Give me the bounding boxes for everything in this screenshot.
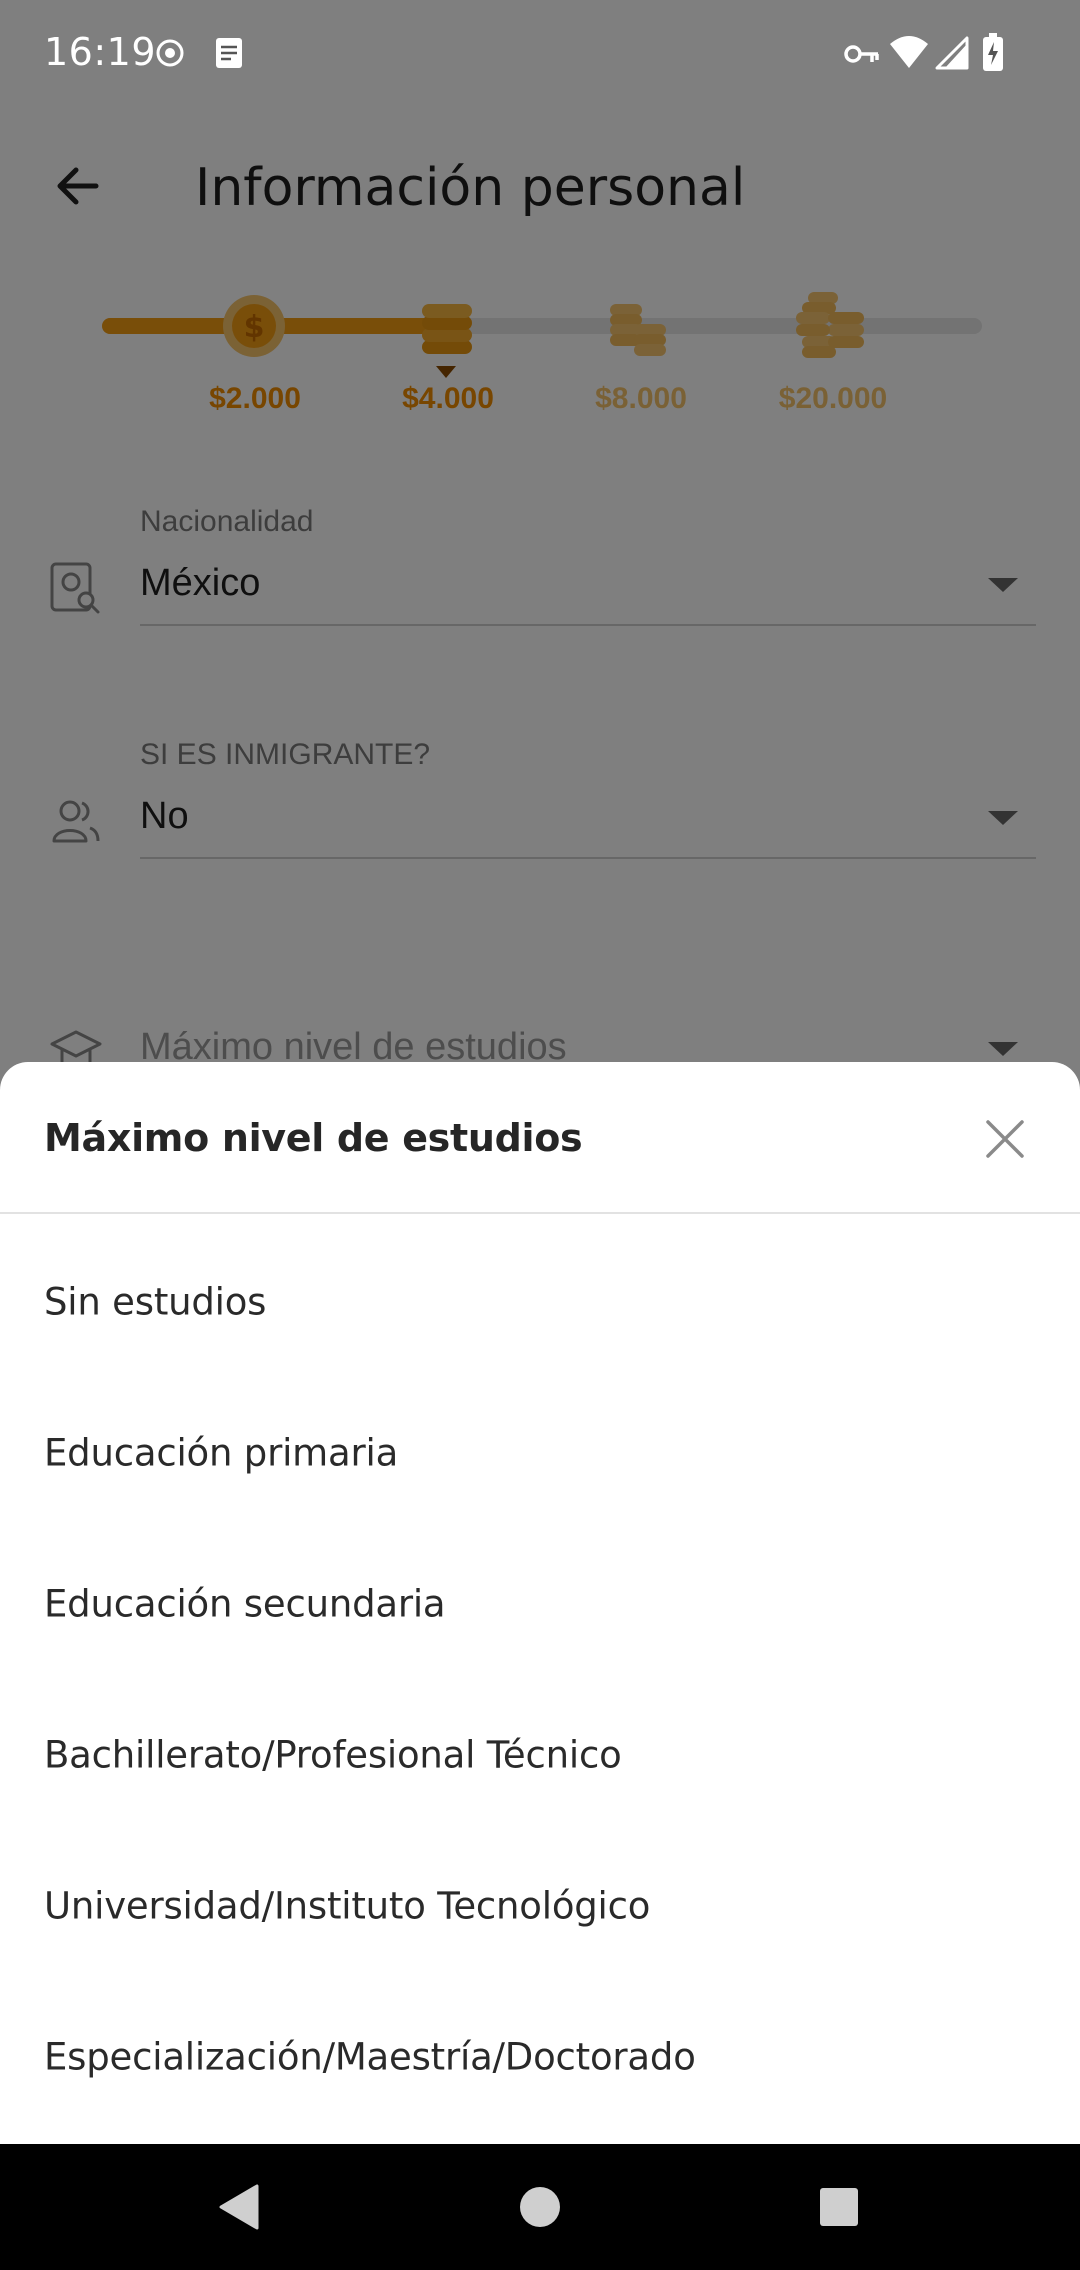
status-bar: 16:19 (0, 0, 1080, 110)
signal-icon (935, 36, 969, 70)
sheet-title: Máximo nivel de estudios (44, 1116, 583, 1160)
option-educacion-primaria[interactable]: Educación primaria (0, 1377, 1080, 1528)
back-triangle-icon[interactable] (215, 2182, 265, 2232)
option-label: Especialización/Maestría/Doctorado (44, 2035, 696, 2078)
wifi-icon (890, 36, 928, 68)
battery-charging-icon (983, 33, 1003, 71)
notes-icon (216, 38, 242, 68)
option-especializacion[interactable]: Especialización/Maestría/Doctorado (0, 1981, 1080, 2132)
option-label: Educación secundaria (44, 1582, 446, 1625)
recents-square-icon[interactable] (814, 2182, 864, 2232)
close-icon[interactable] (980, 1114, 1030, 1164)
sheet-header: Máximo nivel de estudios (0, 1062, 1080, 1214)
option-label: Bachillerato/Profesional Técnico (44, 1733, 622, 1776)
option-universidad[interactable]: Universidad/Instituto Tecnológico (0, 1830, 1080, 1981)
record-icon (156, 39, 184, 67)
status-time: 16:19 (44, 30, 157, 74)
option-sin-estudios[interactable]: Sin estudios (0, 1226, 1080, 1377)
vpn-key-icon (844, 45, 879, 63)
education-level-sheet: Máximo nivel de estudios Sin estudios Ed… (0, 1062, 1080, 2144)
system-navigation-bar (0, 2144, 1080, 2270)
option-bachillerato[interactable]: Bachillerato/Profesional Técnico (0, 1679, 1080, 1830)
option-label: Educación primaria (44, 1431, 399, 1474)
home-circle-icon[interactable] (515, 2182, 565, 2232)
option-educacion-secundaria[interactable]: Educación secundaria (0, 1528, 1080, 1679)
option-label: Sin estudios (44, 1280, 267, 1323)
option-label: Universidad/Instituto Tecnológico (44, 1884, 651, 1927)
